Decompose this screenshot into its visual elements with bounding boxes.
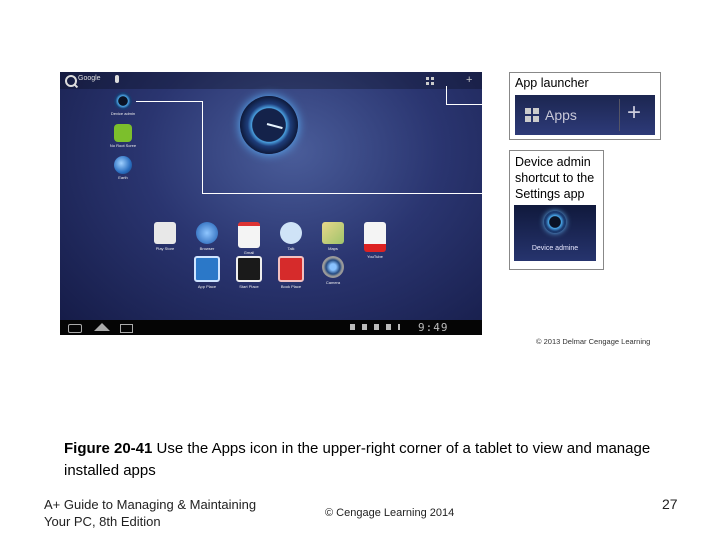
divider: [619, 99, 620, 131]
app-camera[interactable]: Camera: [316, 256, 350, 285]
book-title-line1: A+ Guide to Managing & Maintaining: [44, 497, 257, 512]
app-label: Browser: [199, 246, 215, 251]
app-maps[interactable]: Maps: [316, 222, 350, 251]
analog-clock-widget[interactable]: [240, 96, 298, 154]
app-launcher-title: App launcher: [515, 76, 589, 90]
app-label: Camera: [325, 280, 341, 285]
device-admin-icon[interactable]: [544, 211, 566, 233]
device-admin-callout: Device admin shortcut to the Settings ap…: [509, 150, 604, 270]
app-label: Start Place: [239, 284, 259, 289]
play-store-icon: [154, 222, 176, 244]
status-icons: [350, 324, 400, 330]
app-label: Play Store: [155, 246, 175, 251]
image-credit: © 2013 Delmar Cengage Learning: [536, 337, 651, 346]
app-browser[interactable]: Browser: [190, 222, 224, 251]
figure-caption: Figure 20-41 Use the Apps icon in the up…: [64, 438, 684, 482]
app-launcher-callout: App launcher Apps +: [509, 72, 661, 140]
connector-line: [446, 86, 447, 104]
app-label: Talk: [287, 246, 295, 251]
camera-icon: [322, 256, 344, 278]
connector-line: [202, 193, 509, 194]
device-admin-line3: Settings app: [515, 187, 585, 201]
app-app-place[interactable]: App Place: [190, 256, 224, 289]
app-gmail[interactable]: Gmail: [232, 222, 266, 255]
system-nav-bar: 9:49: [60, 320, 482, 335]
app-label: App Place: [197, 284, 217, 289]
app-play-store[interactable]: Play Store: [148, 222, 182, 251]
mic-icon[interactable]: [115, 75, 119, 83]
device-admin-label[interactable]: Device admine: [514, 245, 596, 252]
start-place-icon: [236, 256, 262, 282]
recent-apps-icon[interactable]: [120, 324, 133, 333]
search-icon[interactable]: [65, 75, 77, 87]
app-label: Maps: [328, 246, 338, 251]
maps-icon: [322, 222, 344, 244]
shortcut-label: Device admin: [110, 111, 136, 116]
top-bar: Google +: [60, 72, 482, 89]
home-icon[interactable]: [94, 323, 110, 331]
copyright: © Cengage Learning 2014: [325, 507, 455, 519]
caption-text: Use the Apps icon in the upper-right cor…: [64, 440, 651, 479]
connector-line: [446, 104, 509, 105]
apps-grid-icon[interactable]: [525, 108, 539, 122]
app-label: Gmail: [243, 250, 255, 255]
app-start-place[interactable]: Start Place: [232, 256, 266, 289]
app-book-place[interactable]: Book Place: [274, 256, 308, 289]
app-label: YouTube: [367, 254, 383, 259]
app-talk[interactable]: Talk: [274, 222, 308, 251]
shortcut-label: Earth: [118, 175, 128, 180]
apps-label[interactable]: Apps: [545, 107, 577, 123]
app-youtube[interactable]: YouTube: [358, 222, 392, 259]
browser-icon: [196, 222, 218, 244]
figure-label: Figure 20-41: [64, 440, 153, 457]
plus-icon[interactable]: +: [466, 74, 472, 86]
device-admin-line2: shortcut to the: [515, 171, 595, 185]
earth-icon: [114, 156, 132, 174]
tablet-screenshot: Google + Device admin No Root Scree Eart…: [60, 72, 482, 335]
device-admin-line1: Device admin: [515, 155, 591, 169]
shortcut-earth[interactable]: Earth: [103, 156, 143, 180]
page-number: 27: [662, 496, 678, 512]
google-search-label[interactable]: Google: [78, 75, 101, 82]
book-title: A+ Guide to Managing & Maintaining Your …: [44, 496, 294, 530]
app-place-icon: [194, 256, 220, 282]
gmail-icon: [238, 222, 260, 248]
connector-line: [136, 101, 202, 102]
connector-line: [202, 101, 203, 193]
android-icon: [114, 124, 132, 142]
shortcut-no-root[interactable]: No Root Scree: [103, 124, 143, 148]
device-admin-zoom-view: Device admine: [514, 205, 596, 261]
apps-zoom-view: Apps +: [515, 95, 655, 135]
nav-clock: 9:49: [418, 321, 449, 334]
apps-grid-icon[interactable]: [426, 77, 434, 85]
talk-icon: [280, 222, 302, 244]
shortcut-device-admin[interactable]: Device admin: [103, 92, 143, 116]
app-label: Book Place: [280, 284, 302, 289]
plus-icon[interactable]: +: [627, 98, 641, 128]
youtube-icon: [364, 222, 386, 252]
device-admin-icon: [114, 92, 132, 110]
book-place-icon: [278, 256, 304, 282]
book-title-line2: Your PC, 8th Edition: [44, 514, 161, 529]
shortcut-label: No Root Scree: [109, 143, 137, 148]
back-icon[interactable]: [68, 324, 82, 333]
